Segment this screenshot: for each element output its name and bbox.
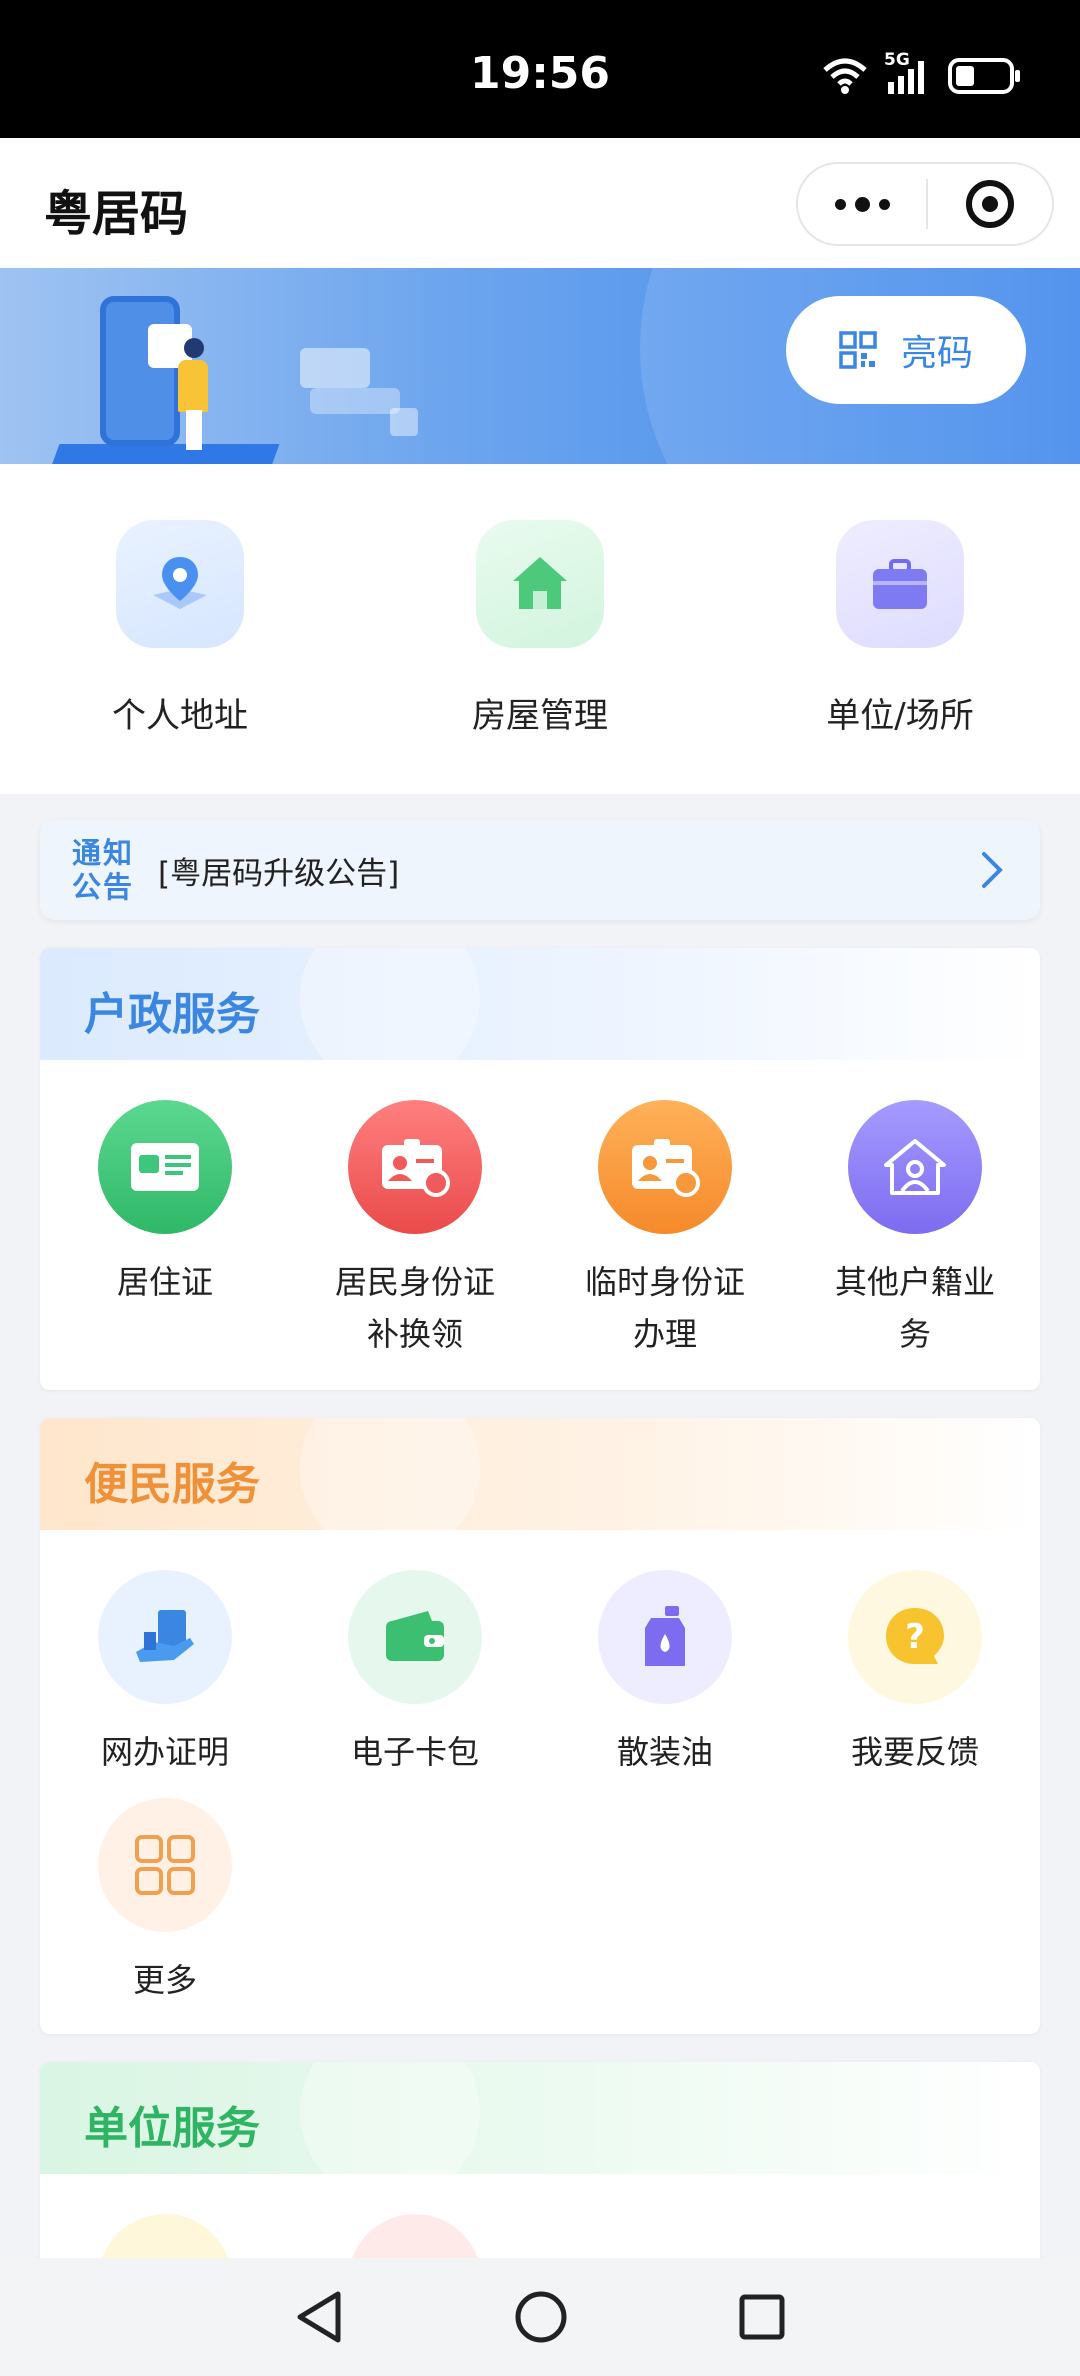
recents-square-icon[interactable] xyxy=(738,2293,786,2341)
service-label: 网办证明 xyxy=(100,1733,229,1771)
status-icons: 5G xyxy=(822,50,1022,96)
quick-item-label: 房屋管理 xyxy=(472,696,608,736)
more-dots-icon[interactable] xyxy=(798,164,926,244)
svg-text:?: ? xyxy=(905,1617,925,1657)
service-residence-permit[interactable]: 居住证 xyxy=(40,1100,290,1360)
notice-tag: 通知 公告 xyxy=(68,836,138,904)
battery-icon xyxy=(948,58,1020,94)
service-label-line2: 补换领 xyxy=(366,1315,463,1353)
status-bar: 19:56 5G xyxy=(0,0,1080,138)
section-convenience-services: 便民服务 网办证明 电子卡包 散装油 ? 我要反馈 更多 xyxy=(40,1418,1040,2034)
quick-menu: 个人地址 房屋管理 单位/场所 xyxy=(0,464,1080,794)
target-close-icon[interactable] xyxy=(928,180,1052,228)
chevron-right-icon xyxy=(982,852,1003,888)
service-online-certificate[interactable]: 网办证明 xyxy=(40,1570,290,1798)
home-circle-icon[interactable] xyxy=(514,2290,568,2344)
quick-item-label: 个人地址 xyxy=(112,696,248,736)
service-label-line1: 居民身份证 xyxy=(334,1263,495,1301)
service-label: 临时身份证 办理 xyxy=(575,1256,755,1360)
section-header: 便民服务 xyxy=(40,1418,1040,1530)
service-label: 居住证 xyxy=(75,1256,255,1308)
id-card-renew-icon xyxy=(348,1100,482,1234)
house-icon xyxy=(476,520,604,648)
page-title: 粤居码 xyxy=(44,186,189,242)
wallet-icon xyxy=(348,1570,482,1704)
notice-tag-line2: 公告 xyxy=(71,870,134,904)
wifi-icon xyxy=(823,58,867,94)
section-header: 单位服务 xyxy=(40,2062,1040,2174)
notice-bar[interactable]: 通知 公告 [粤居码升级公告] xyxy=(40,820,1040,920)
section-title: 单位服务 xyxy=(84,2103,260,2154)
section-unit-services: 单位服务 xyxy=(40,2062,1040,2282)
section-title: 户政服务 xyxy=(84,989,260,1040)
service-temp-id-card[interactable]: 临时身份证 办理 xyxy=(540,1100,790,1360)
quick-item-label: 单位/场所 xyxy=(826,696,974,736)
certificate-hand-icon xyxy=(98,1570,232,1704)
grid-more-icon xyxy=(98,1798,232,1932)
service-label-line1: 其他户籍业 xyxy=(834,1263,995,1301)
show-code-label: 亮码 xyxy=(900,333,973,374)
oil-bottle-icon xyxy=(598,1570,732,1704)
service-label: 我要反馈 xyxy=(850,1733,979,1771)
app-header: 粤居码 xyxy=(0,138,1080,268)
service-label-line1: 临时身份证 xyxy=(584,1263,745,1301)
service-more[interactable]: 更多 xyxy=(40,1798,290,2026)
notice-tag-line1: 通知 xyxy=(71,836,134,870)
section-header: 户政服务 xyxy=(40,948,1040,1060)
quick-item-unit-venue[interactable]: 单位/场所 xyxy=(720,464,1080,794)
banner: 亮码 xyxy=(0,268,1080,464)
question-bubble-icon: ? xyxy=(848,1570,982,1704)
banner-illustration xyxy=(48,444,280,464)
residence-card-icon xyxy=(98,1100,232,1234)
show-code-button[interactable]: 亮码 xyxy=(786,296,1026,404)
service-label: 电子卡包 xyxy=(350,1733,479,1771)
qr-code-icon xyxy=(839,331,877,369)
service-label: 其他户籍业 务 xyxy=(825,1256,1005,1360)
section-title: 便民服务 xyxy=(84,1459,260,1510)
cellular-signal-icon: 5G xyxy=(884,50,932,96)
service-e-wallet[interactable]: 电子卡包 xyxy=(290,1570,540,1798)
household-house-icon xyxy=(848,1100,982,1234)
service-label-line2: 办理 xyxy=(632,1315,697,1353)
system-nav-bar xyxy=(0,2258,1080,2376)
service-label: 居民身份证 补换领 xyxy=(325,1256,505,1360)
service-label-line2: 务 xyxy=(898,1315,931,1353)
service-id-card-renew[interactable]: 居民身份证 补换领 xyxy=(290,1100,540,1360)
notice-text: [粤居码升级公告] xyxy=(158,855,400,892)
section-household-services: 户政服务 居住证 居民身份证 补换领 临时身份证 办理 其他户籍业 务 xyxy=(40,948,1040,1390)
quick-item-personal-address[interactable]: 个人地址 xyxy=(0,464,360,794)
service-bulk-oil[interactable]: 散装油 xyxy=(540,1570,790,1798)
service-label-line1: 居住证 xyxy=(116,1263,213,1301)
location-pin-icon xyxy=(116,520,244,648)
mini-program-capsule xyxy=(796,162,1054,246)
back-triangle-icon[interactable] xyxy=(294,2290,344,2344)
temp-id-card-icon xyxy=(598,1100,732,1234)
quick-item-house-management[interactable]: 房屋管理 xyxy=(360,464,720,794)
service-label: 更多 xyxy=(132,1961,197,1999)
service-label: 散装油 xyxy=(616,1733,713,1771)
service-feedback[interactable]: ? 我要反馈 xyxy=(790,1570,1040,1798)
briefcase-icon xyxy=(836,520,964,648)
service-other-household[interactable]: 其他户籍业 务 xyxy=(790,1100,1040,1360)
